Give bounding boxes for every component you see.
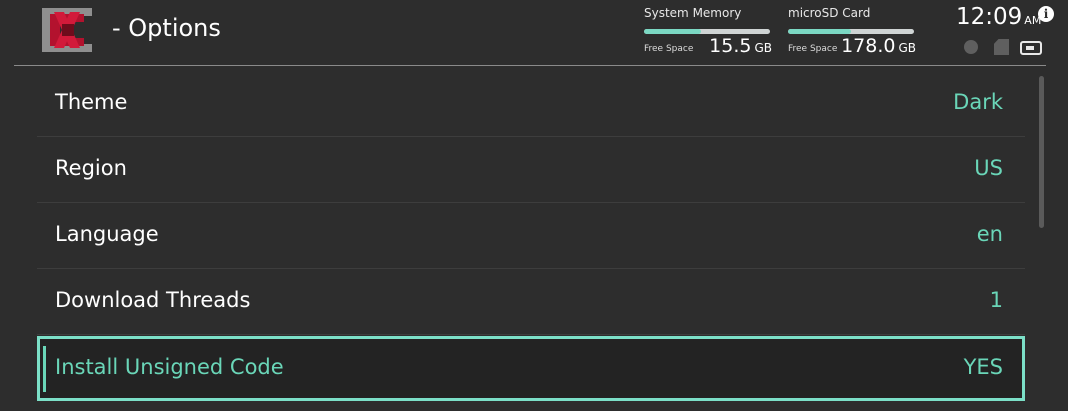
system-memory-bar-fill [644, 29, 701, 34]
system-memory-bar [644, 29, 770, 34]
row-divider [37, 334, 1025, 335]
sd-card-bar-fill [788, 29, 851, 34]
sd-free-space-value: 178.0 GB [841, 35, 916, 57]
option-row-install-unsigned-code[interactable]: Install Unsigned Code YES [37, 336, 1025, 401]
option-value: US [974, 156, 1003, 180]
status-icons [962, 38, 1046, 56]
info-icon[interactable]: i [1038, 6, 1054, 22]
globe-icon [964, 40, 978, 54]
sd-card-bar [788, 29, 914, 34]
option-label: Language [55, 222, 159, 246]
header-bar: - Options System Memory Free Space 15.5 G… [0, 0, 1068, 65]
system-free-space-label: Free Space [644, 44, 694, 54]
battery-icon [1020, 41, 1042, 55]
system-free-space-unit: GB [754, 41, 772, 55]
selection-marker [43, 346, 46, 392]
sd-card-indicator: microSD Card Free Space 178.0 GB [788, 6, 916, 60]
option-value: Dark [953, 90, 1003, 114]
option-label: Download Threads [55, 288, 251, 312]
battery-level [1026, 46, 1034, 50]
clock: 12:09 AM [956, 4, 1041, 30]
option-row-theme[interactable]: Theme Dark [37, 71, 1025, 137]
option-value: 1 [989, 288, 1003, 312]
option-label: Theme [55, 90, 128, 114]
gpx-logo-icon [42, 8, 92, 52]
option-row-region[interactable]: Region US [37, 137, 1025, 203]
system-memory-label: System Memory [644, 6, 742, 20]
option-list: Theme Dark Region US Language en Downloa… [37, 71, 1025, 411]
sd-free-space-number: 178.0 [841, 35, 896, 57]
option-row-download-threads[interactable]: Download Threads 1 [37, 269, 1025, 335]
sd-free-space-unit: GB [898, 41, 916, 55]
sd-card-label: microSD Card [788, 6, 871, 20]
system-memory-indicator: System Memory Free Space 15.5 GB [644, 6, 772, 60]
system-free-space-number: 15.5 [709, 35, 752, 57]
scrollbar[interactable] [1039, 76, 1044, 228]
option-value: YES [963, 355, 1003, 379]
sd-card-icon [994, 39, 1009, 55]
option-row-language[interactable]: Language en [37, 203, 1025, 269]
options-screen: - Options System Memory Free Space 15.5 G… [0, 0, 1068, 411]
page-title: - Options [112, 14, 221, 42]
option-value: en [976, 222, 1003, 246]
sd-free-space-label: Free Space [788, 44, 838, 54]
clock-time: 12:09 [956, 4, 1023, 30]
system-free-space-value: 15.5 GB [709, 35, 772, 57]
header-divider [14, 65, 1046, 66]
option-label: Region [55, 156, 127, 180]
option-label: Install Unsigned Code [55, 355, 284, 379]
